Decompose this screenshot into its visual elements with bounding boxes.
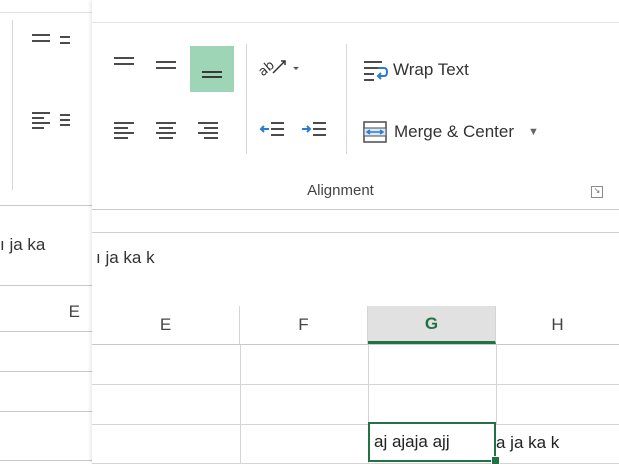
- divider: [0, 460, 92, 461]
- merge-center-label: Merge & Center: [394, 122, 514, 141]
- column-header-h[interactable]: H: [496, 306, 619, 344]
- bottom-align-button[interactable]: [190, 46, 234, 92]
- cell-divider: [240, 424, 241, 463]
- column-header-e[interactable]: E: [92, 306, 240, 344]
- divider: [0, 285, 92, 286]
- separator: [246, 44, 247, 154]
- ribbon-top-divider: [0, 12, 92, 13]
- merge-center-button[interactable]: Merge & Center ▼: [362, 120, 539, 144]
- align-right-button[interactable]: [190, 112, 226, 148]
- increase-indent-icon: [302, 122, 326, 136]
- top-align-icon: [32, 34, 70, 44]
- chevron-down-icon[interactable]: ▼: [528, 126, 539, 138]
- background-column-header-e[interactable]: E: [69, 302, 80, 322]
- divider: [0, 331, 92, 332]
- group-label: Alignment: [307, 182, 374, 199]
- align-center-button[interactable]: [148, 112, 184, 148]
- align-center-icon: [156, 122, 176, 139]
- bottom-align-icon: [202, 71, 222, 78]
- cell-divider: [368, 385, 369, 424]
- align-right-icon: [198, 122, 218, 139]
- middle-align-button[interactable]: [148, 46, 184, 82]
- top-align-icon: [114, 57, 134, 65]
- svg-text:ab: ab: [256, 58, 278, 79]
- ribbon-top-divider: [92, 22, 619, 23]
- cell-divider: [240, 385, 241, 424]
- active-cell-g[interactable]: aj ajaja ajj: [368, 422, 496, 462]
- ribbon-alignment-group: ab Wrap Text Merge & Center ▼ Alignment …: [92, 0, 619, 210]
- divider: [0, 371, 92, 372]
- fill-handle[interactable]: [491, 456, 500, 464]
- formula-bar-text[interactable]: ı ja ka k: [96, 248, 155, 268]
- cell-h-value[interactable]: a ja ka k: [496, 433, 559, 453]
- orientation-button[interactable]: ab: [252, 52, 308, 82]
- background-formula-text: ı ja ka: [0, 235, 46, 254]
- excel-window: ab Wrap Text Merge & Center ▼ Alignment …: [92, 0, 619, 464]
- align-left-icon: [114, 122, 134, 139]
- background-window: ı ja ka E: [0, 0, 92, 464]
- cell-g-value: aj ajaja ajj: [374, 432, 450, 451]
- merge-center-icon: [363, 121, 387, 143]
- middle-align-icon: [156, 61, 176, 69]
- align-left-button[interactable]: [106, 112, 142, 148]
- table-row: [92, 345, 619, 385]
- wrap-text-button[interactable]: Wrap Text: [362, 58, 469, 82]
- top-align-button[interactable]: [106, 46, 142, 82]
- table-row: [92, 385, 619, 425]
- orientation-icon: ab: [256, 58, 299, 79]
- align-left-icon: [32, 112, 70, 129]
- wrap-text-icon: [364, 61, 389, 81]
- cell-divider: [496, 345, 497, 384]
- ribbon-bottom-divider: [92, 209, 619, 210]
- divider: [0, 205, 92, 206]
- formula-bar[interactable]: ı ja ka k: [92, 232, 619, 282]
- ribbon-group-divider: [12, 20, 13, 190]
- column-header-f[interactable]: F: [240, 306, 368, 344]
- divider: [0, 411, 92, 412]
- background-ribbon: [0, 0, 92, 190]
- wrap-text-label: Wrap Text: [393, 60, 469, 79]
- column-headers: E F G H: [92, 306, 619, 345]
- formula-bar-top-divider: [92, 232, 619, 233]
- cell-divider: [496, 385, 497, 424]
- decrease-indent-icon: [259, 122, 284, 136]
- column-header-g[interactable]: G: [368, 306, 496, 344]
- separator: [346, 44, 347, 154]
- cell-divider: [368, 345, 369, 384]
- decrease-indent-button[interactable]: [254, 112, 290, 148]
- cell-divider: [240, 345, 241, 384]
- increase-indent-button[interactable]: [296, 112, 332, 148]
- dialog-launcher-icon[interactable]: ↘: [591, 186, 603, 198]
